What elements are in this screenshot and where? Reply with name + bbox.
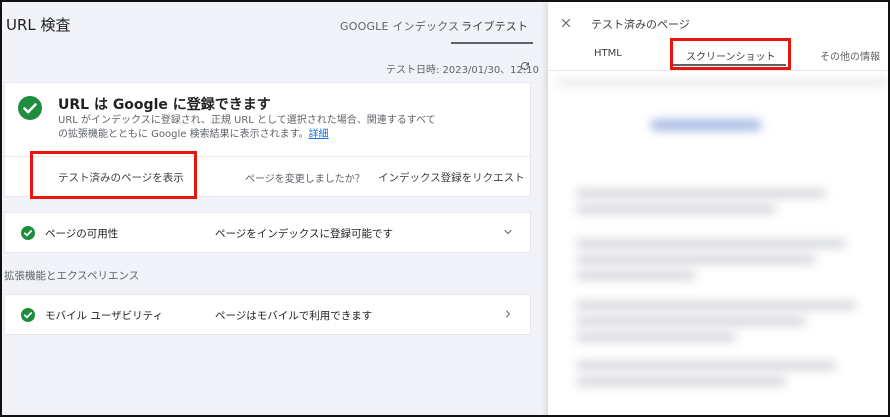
availability-label: ページの可用性 [45, 228, 119, 240]
panel-title: テスト済みのページ [591, 18, 690, 31]
check-circle-icon [18, 96, 42, 120]
test-date: テスト日時: 2023/01/30、12:10 [386, 65, 540, 76]
status-description-text: URL がインデックスに登録され、正規 URL として選択された場合、関連するす… [58, 115, 436, 140]
active-tab-indicator [451, 42, 533, 44]
request-indexing-button[interactable]: インデックス登録をリクエスト [378, 170, 525, 185]
panel-divider [548, 70, 888, 71]
tab-live-test[interactable]: ライブテスト [461, 18, 528, 34]
active-tab-indicator [672, 64, 786, 66]
url-inspection-panel: URL 検査 GOOGLE インデックス ライブテスト テスト日時: 2023/… [2, 2, 548, 415]
check-circle-small-icon [21, 308, 35, 322]
status-headline: URL は Google に登録できます [58, 97, 271, 113]
chevron-down-icon[interactable] [502, 226, 514, 238]
mobile-usability-value: ページはモバイルで利用できます [215, 310, 373, 322]
tested-page-panel: テスト済みのページ HTML スクリーンショット その他の情報 [548, 2, 888, 415]
availability-value: ページをインデックスに登録可能です [215, 228, 393, 240]
blurred-page-screenshot [556, 80, 888, 415]
learn-more-link[interactable]: 詳細 [309, 129, 329, 140]
header-bar: URL 検査 GOOGLE インデックス ライブテスト [2, 2, 548, 46]
mobile-usability-row[interactable]: モバイル ユーザビリティ ページはモバイルで利用できます [4, 294, 531, 335]
chevron-right-icon[interactable] [502, 308, 514, 320]
card-divider [5, 156, 530, 157]
indexing-status-card: URL は Google に登録できます URL がインデックスに登録され、正規… [4, 82, 531, 197]
status-description: URL がインデックスに登録され、正規 URL として選択された場合、関連するす… [58, 114, 438, 142]
tab-google-index[interactable]: GOOGLE インデックス [340, 18, 459, 34]
tab-html[interactable]: HTML [594, 48, 622, 59]
enhancements-section-label: 拡張機能とエクスペリエンス [4, 270, 140, 282]
mobile-usability-label: モバイル ユーザビリティ [45, 310, 163, 322]
screenshot-frame: URL 検査 GOOGLE インデックス ライブテスト テスト日時: 2023/… [0, 0, 890, 417]
tab-screenshot[interactable]: スクリーンショット [686, 48, 776, 63]
tab-more-info[interactable]: その他の情報 [820, 48, 880, 63]
page-availability-row[interactable]: ページの可用性 ページをインデックスに登録可能です [4, 212, 531, 253]
check-circle-small-icon [21, 226, 35, 240]
close-icon[interactable] [560, 17, 572, 29]
view-tested-page-button[interactable]: テスト済みのページを表示 [58, 170, 184, 185]
refresh-icon[interactable] [519, 60, 531, 72]
page-title: URL 検査 [6, 16, 71, 34]
page-changed-question: ページを変更しましたか？ [245, 174, 365, 185]
